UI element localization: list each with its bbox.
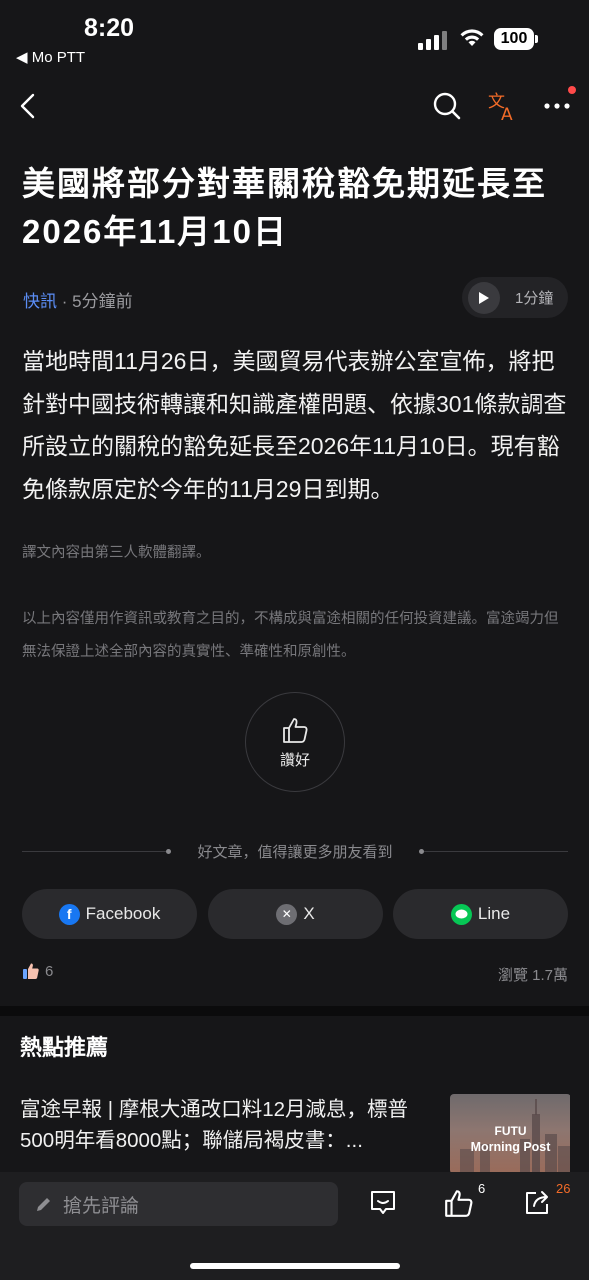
- more-icon: [544, 103, 570, 109]
- share-facebook-label: Facebook: [85, 904, 161, 923]
- article-time: 5分鐘前: [72, 292, 133, 311]
- play-icon: [468, 281, 500, 314]
- section-separator: [0, 1006, 589, 1016]
- share-facebook-button[interactable]: f Facebook: [22, 889, 197, 939]
- disclaimer: 以上內容僅用作資訊或教育之目的，不構成與富途相關的任何投資建議。富途竭力但無法保…: [22, 611, 559, 660]
- thumbs-up-icon: [445, 1190, 473, 1217]
- status-time: 8:20: [84, 14, 135, 42]
- like-count-value: 6: [45, 962, 54, 980]
- share-line-label: Line: [477, 904, 511, 923]
- share-line-button[interactable]: Line: [393, 889, 568, 939]
- battery-level: 100: [494, 28, 534, 50]
- chevron-left-icon: [20, 93, 35, 119]
- thumbs-up-icon: [283, 717, 308, 743]
- view-count: 瀏覽 1.7萬: [497, 967, 568, 984]
- like-count-badge: 6: [478, 1181, 486, 1196]
- article-title: 美國將部分對華關稅豁免期延長至2026年11月10日: [22, 165, 547, 250]
- share-icon: [526, 1191, 548, 1214]
- battery-icon: 100: [494, 26, 540, 52]
- listen-duration: 1分鐘: [515, 290, 554, 307]
- share-button[interactable]: [520, 1186, 554, 1220]
- recommend-item-thumbnail: FUTU Morning Post: [450, 1094, 570, 1174]
- like-article-button[interactable]: 讚好: [245, 692, 345, 792]
- cellular-signal-icon: [418, 30, 448, 50]
- share-x-label: X: [303, 904, 315, 923]
- svg-text:A: A: [501, 105, 513, 122]
- like-label: 讚好: [279, 751, 310, 769]
- article-stats: 6 瀏覽 1.7萬: [22, 962, 568, 986]
- comments-button[interactable]: [366, 1186, 400, 1220]
- comment-placeholder: 搶先評論: [63, 1195, 140, 1217]
- line-icon: [450, 903, 472, 925]
- hot-section-title: 熱點推薦: [20, 1035, 109, 1060]
- facebook-icon: f: [58, 903, 80, 925]
- recommend-item-title: 富途早報 | 摩根大通改口料12月減息，標普500明年看8000點；聯儲局褐皮書…: [20, 1098, 409, 1152]
- translate-button[interactable]: 文 A: [482, 86, 522, 126]
- like-button[interactable]: [442, 1186, 476, 1220]
- listen-button[interactable]: 1分鐘: [462, 277, 568, 318]
- back-to-app-link[interactable]: ◀ Mo PTT: [16, 48, 85, 66]
- search-button[interactable]: [427, 86, 467, 126]
- article-body: 當地時間11月26日，美國貿易代表辦公室宣佈，將把針對中國技術轉讓和知識產權問題…: [22, 348, 567, 502]
- wifi-icon: [458, 26, 486, 53]
- share-buttons: f Facebook ✕ X Line: [22, 889, 568, 939]
- top-nav-bar: 文 A: [0, 80, 589, 130]
- translation-note: 譯文內容由第三人軟體翻譯。: [22, 545, 211, 561]
- search-icon: [433, 92, 461, 120]
- comment-icon: [371, 1191, 395, 1214]
- like-count: 6: [22, 962, 53, 980]
- article-tag[interactable]: 快訊: [23, 292, 57, 311]
- home-indicator: [190, 1263, 400, 1269]
- thumbs-up-filled-icon: [23, 963, 39, 979]
- meta-separator: ·: [57, 292, 73, 311]
- status-bar: 8:20 ◀ Mo PTT 100: [0, 0, 589, 70]
- comment-input[interactable]: 搶先評論: [19, 1182, 338, 1226]
- article-meta: 快訊 · 5分鐘前: [23, 287, 133, 312]
- recommend-item[interactable]: 富途早報 | 摩根大通改口料12月減息，標普500明年看8000點；聯儲局褐皮書…: [20, 1094, 570, 1174]
- thumbnail-line-2: Morning Post: [470, 1140, 551, 1154]
- translate-icon: 文 A: [488, 92, 513, 122]
- share-count-badge: 26: [556, 1181, 571, 1196]
- share-x-button[interactable]: ✕ X: [208, 889, 383, 939]
- pencil-icon: [37, 1198, 50, 1211]
- thumbnail-line-1: FUTU: [494, 1124, 527, 1138]
- share-divider: 好文章，值得讓更多朋友看到: [22, 838, 568, 864]
- back-button[interactable]: [8, 86, 48, 126]
- x-icon: ✕: [276, 903, 298, 925]
- notification-dot: [568, 86, 576, 94]
